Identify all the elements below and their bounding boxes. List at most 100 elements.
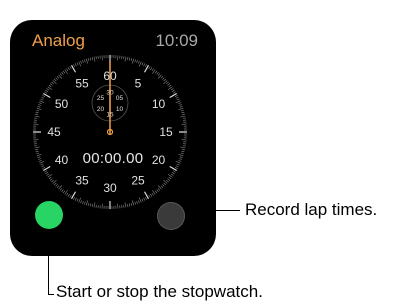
dial-tick xyxy=(72,64,75,68)
dial-tick xyxy=(55,184,58,187)
dial-tick xyxy=(163,182,167,186)
dial-tick xyxy=(78,197,81,203)
dial-tick xyxy=(72,196,75,200)
dial-tick xyxy=(130,202,133,206)
dial-tick xyxy=(136,60,138,64)
dial-tick xyxy=(91,57,94,61)
outer-dial-number: 5 xyxy=(135,77,142,91)
dial-tick xyxy=(66,192,69,196)
start-stop-callout-label: Start or stop the stopwatch. xyxy=(56,282,263,301)
dial-tick xyxy=(150,67,153,71)
dial-tick xyxy=(151,68,154,72)
dial-tick xyxy=(168,174,173,178)
dial-tick xyxy=(48,84,52,88)
dial-tick xyxy=(171,172,175,175)
dial-tick xyxy=(141,62,144,66)
dial-tick xyxy=(70,65,77,73)
dial-tick xyxy=(169,165,177,172)
dial-tick xyxy=(175,100,181,103)
dial-tick xyxy=(46,88,50,91)
dial-tick xyxy=(95,56,97,60)
start-stop-button[interactable] xyxy=(35,201,63,229)
dial-tick xyxy=(89,57,92,61)
outer-dial-number: 55 xyxy=(75,77,89,91)
dial-tick xyxy=(163,78,167,82)
dial-tick xyxy=(117,203,119,209)
dial-tick xyxy=(174,167,178,170)
dial-tick xyxy=(85,200,89,206)
dial-tick xyxy=(44,170,48,173)
dial-tick xyxy=(43,165,51,172)
dial-tick xyxy=(82,200,84,204)
dial-tick xyxy=(169,92,177,99)
dial-tick xyxy=(80,200,82,204)
dial-tick xyxy=(148,194,151,198)
dial-tick xyxy=(170,173,174,176)
dial-tick xyxy=(62,190,66,194)
dial-tick xyxy=(42,94,46,97)
dial-tick xyxy=(53,78,57,82)
dial-tick xyxy=(87,202,90,206)
dial-tick xyxy=(182,145,186,147)
sub-dial-number: 20 xyxy=(97,106,105,113)
dial-tick xyxy=(171,89,175,92)
dial-tick xyxy=(130,58,133,62)
dial-tick xyxy=(156,71,159,75)
outer-dial-number: 10 xyxy=(152,97,166,111)
dial-tick xyxy=(162,77,165,80)
dial-tick xyxy=(44,91,48,94)
dial-tick xyxy=(69,194,72,198)
dial-tick xyxy=(38,104,42,106)
dial-tick xyxy=(148,66,151,70)
dial-tick xyxy=(33,123,39,125)
dial-tick xyxy=(143,65,150,73)
lap-callout-label: Record lap times. xyxy=(245,200,378,219)
start-stop-callout-line xyxy=(48,229,49,295)
dial-tick xyxy=(61,71,64,75)
dial-tick xyxy=(82,60,84,64)
dial-tick xyxy=(126,203,129,207)
dial-tick xyxy=(172,91,176,94)
dial-tick xyxy=(145,196,148,200)
dial-tick xyxy=(67,193,70,197)
dial-tick xyxy=(167,178,171,181)
dial-tick xyxy=(160,185,164,189)
dial-tick xyxy=(178,104,182,106)
dial-tick xyxy=(139,61,142,67)
dial-tick xyxy=(47,86,52,90)
dial-tick xyxy=(143,197,146,201)
dial-tick xyxy=(93,202,96,208)
dial-tick xyxy=(141,198,144,202)
dial-tick xyxy=(95,204,97,208)
dial-tick xyxy=(34,115,40,118)
outer-dial-number: 50 xyxy=(55,97,69,111)
dial-tick xyxy=(134,201,136,205)
outer-dial-number: 25 xyxy=(131,173,145,187)
dial-tick xyxy=(38,102,42,104)
dial-tick xyxy=(128,57,131,61)
dial-tick xyxy=(84,59,86,63)
dial-tick xyxy=(61,189,64,193)
dial-tick xyxy=(124,56,127,62)
dial-tick xyxy=(56,75,60,79)
dial-tick xyxy=(178,102,182,104)
dial-tick xyxy=(124,202,127,208)
dial-tick xyxy=(172,170,176,173)
dial-tick xyxy=(34,146,40,149)
outer-dial-number: 30 xyxy=(103,181,117,195)
dial-tick xyxy=(143,63,146,67)
lap-callout-line xyxy=(189,210,240,211)
dial-tick xyxy=(138,200,140,204)
dial-tick xyxy=(175,96,179,99)
outer-dial-number: 15 xyxy=(159,125,173,139)
dial-tick xyxy=(152,190,156,195)
dial-tick xyxy=(70,191,77,199)
dial-tick xyxy=(45,172,49,175)
dial-tick xyxy=(156,189,159,193)
dial-tick xyxy=(34,117,38,119)
sub-dial-number: 10 xyxy=(116,106,124,113)
dial-tick xyxy=(174,94,178,97)
lap-button[interactable] xyxy=(157,202,185,230)
dial-tick xyxy=(181,123,187,125)
dial-tick xyxy=(143,191,150,199)
